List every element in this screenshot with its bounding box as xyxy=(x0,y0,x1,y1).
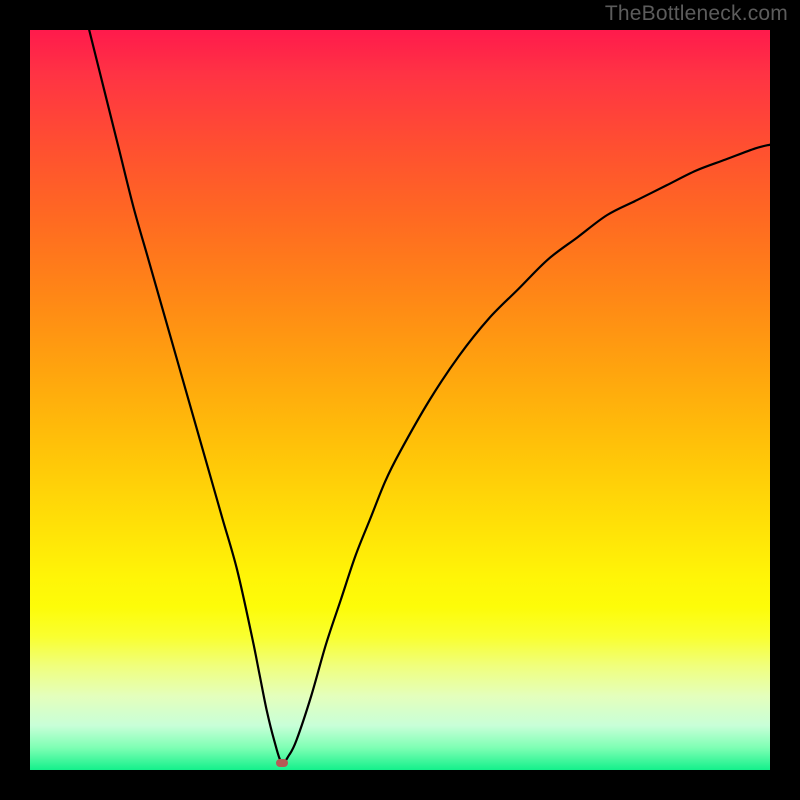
bottleneck-curve xyxy=(30,30,770,770)
minimum-marker xyxy=(276,759,288,767)
plot-area xyxy=(30,30,770,770)
watermark-text: TheBottleneck.com xyxy=(605,2,788,26)
chart-frame: TheBottleneck.com xyxy=(0,0,800,800)
